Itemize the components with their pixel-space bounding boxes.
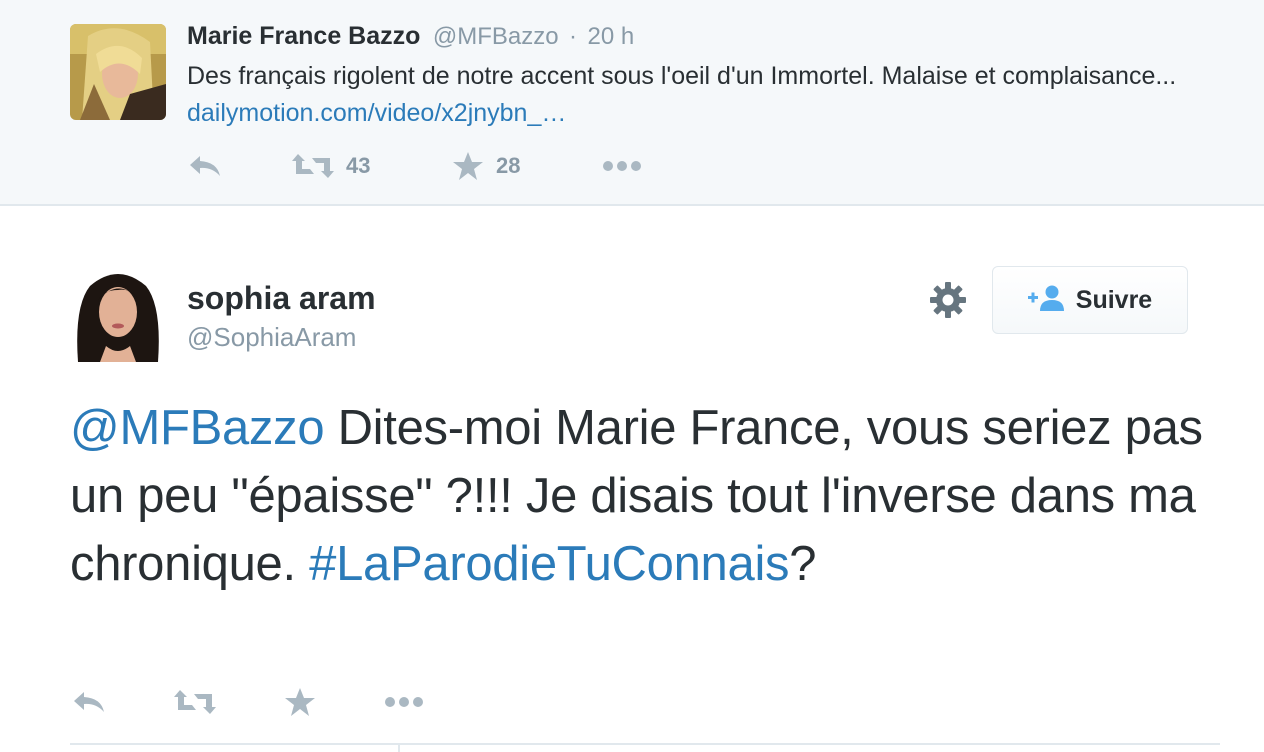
main-tweet-text: @MFBazzo Dites-moi Marie France, vous se… <box>70 394 1210 598</box>
reply-icon <box>188 153 222 179</box>
main-author-handle[interactable]: @SophiaAram <box>187 322 356 353</box>
stats-divider-tick <box>398 743 400 752</box>
parent-favorite-count: 28 <box>496 153 521 178</box>
parent-retweet-button[interactable]: 43 <box>292 146 370 186</box>
parent-reply-button[interactable] <box>188 146 222 186</box>
star-icon <box>284 687 316 717</box>
main-author-name[interactable]: sophia aram <box>187 280 376 317</box>
parent-author-name[interactable]: Marie France Bazzo <box>187 22 420 50</box>
parent-more-button[interactable] <box>602 146 642 186</box>
more-icon <box>602 160 642 172</box>
parent-tweet-body: Des français rigolent de notre accent so… <box>187 62 1177 90</box>
main-tweet-text-end: ? <box>789 537 817 591</box>
parent-tweet-link[interactable]: dailymotion.com/video/x2jnybn_… <box>187 99 566 127</box>
settings-button[interactable] <box>928 280 968 320</box>
parent-retweet-count: 43 <box>346 153 371 178</box>
mention-link[interactable]: @MFBazzo <box>70 401 325 455</box>
parent-tweet[interactable]: Marie France Bazzo @MFBazzo · 20 h Des f… <box>0 0 1264 206</box>
hashtag-link[interactable]: #LaParodieTuConnais <box>309 537 789 591</box>
follow-button-label: Suivre <box>1075 285 1153 314</box>
header-separator: · <box>569 23 578 50</box>
parent-author-avatar[interactable] <box>70 24 166 120</box>
parent-tweet-header: Marie France Bazzo @MFBazzo · 20 h <box>187 22 634 51</box>
main-more-button[interactable] <box>384 682 424 722</box>
main-tweet-actions <box>72 682 472 722</box>
reply-icon <box>72 689 106 715</box>
retweet-icon <box>174 688 216 716</box>
add-user-icon <box>1027 284 1066 317</box>
main-retweet-button[interactable] <box>174 682 216 722</box>
gear-icon <box>928 282 968 324</box>
parent-favorite-button[interactable]: 28 <box>452 146 520 186</box>
main-author-avatar[interactable] <box>70 266 166 362</box>
main-favorite-button[interactable] <box>284 682 316 722</box>
more-icon <box>384 696 424 708</box>
follow-button[interactable]: Suivre <box>992 266 1188 334</box>
main-reply-button[interactable] <box>72 682 106 722</box>
retweet-icon <box>292 152 334 180</box>
parent-tweet-actions: 43 28 <box>188 146 688 186</box>
stats-divider <box>70 743 1220 745</box>
parent-author-handle[interactable]: @MFBazzo <box>433 23 559 50</box>
star-icon <box>452 151 484 181</box>
parent-tweet-time[interactable]: 20 h <box>588 23 635 50</box>
parent-tweet-text: Des français rigolent de notre accent so… <box>187 58 1187 132</box>
